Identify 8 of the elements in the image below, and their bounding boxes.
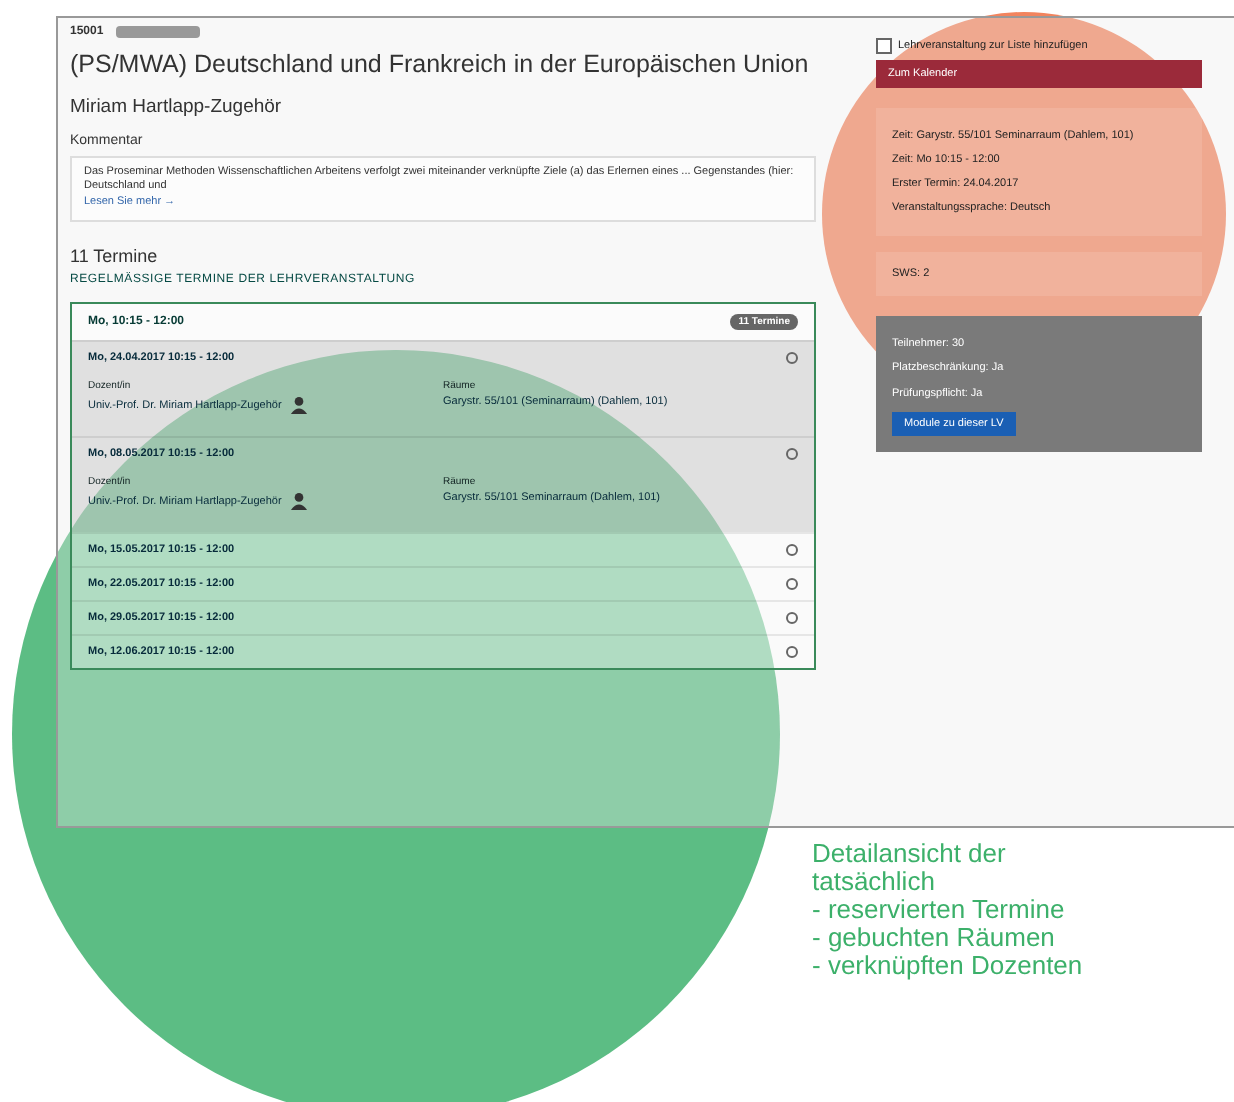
person-icon — [289, 396, 308, 415]
annotation-text: Detailansicht der tatsächlich - reservierten Termine - gebuchten Räumen - verknüpften Dozenten — [812, 840, 1083, 981]
person-icon — [289, 492, 308, 511]
checkbox[interactable] — [876, 38, 892, 54]
dates-count: 11 Termine — [70, 246, 160, 267]
course-title: (PS/MWA) Deutschland und Frankreich in der Europäischen Union — [70, 48, 811, 82]
status-badge — [115, 26, 200, 38]
lecturer-name: Miriam Hartlapp-Zugehör — [70, 95, 284, 117]
